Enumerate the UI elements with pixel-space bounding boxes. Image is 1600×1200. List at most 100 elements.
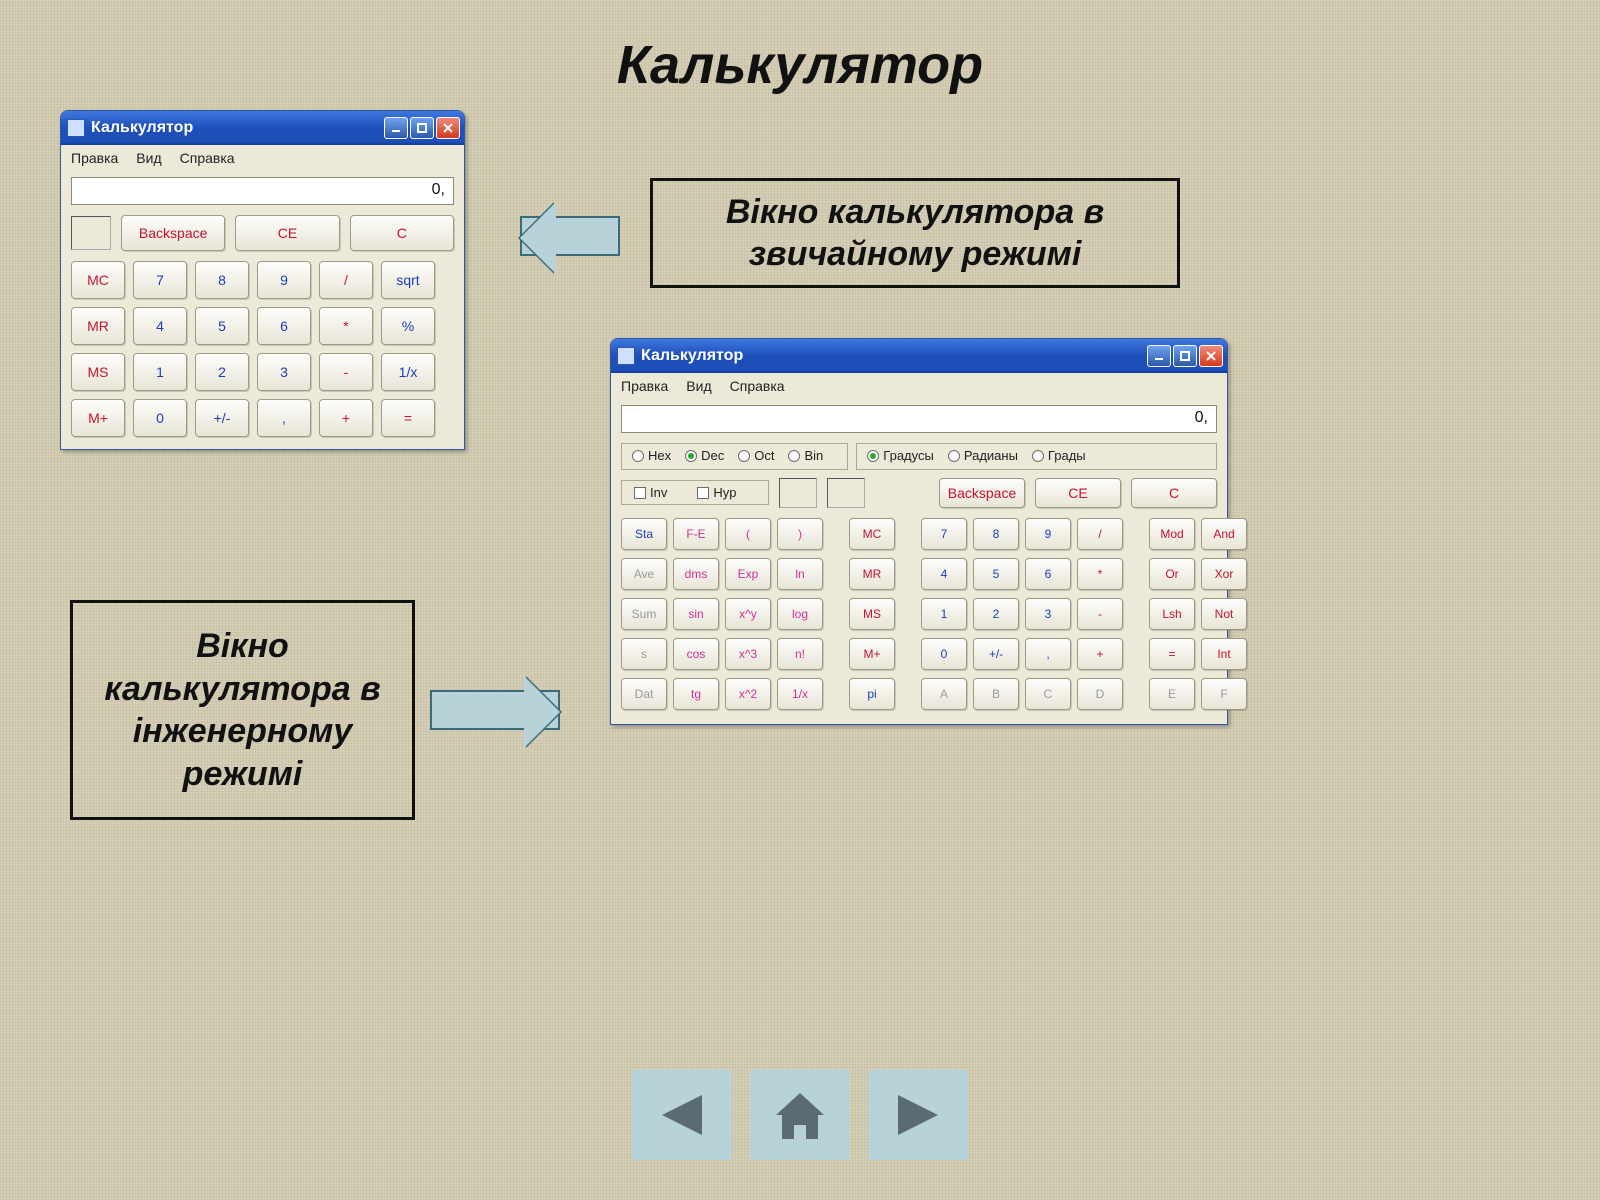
close-button[interactable] <box>1199 345 1223 367</box>
radio-angle[interactable]: Грады <box>1032 448 1086 463</box>
backspace-button[interactable]: Backspace <box>939 478 1025 508</box>
key--[interactable]: - <box>1077 598 1123 630</box>
ce-button[interactable]: CE <box>1035 478 1121 508</box>
nav-home-button[interactable] <box>750 1070 850 1160</box>
radio-hex[interactable]: Hex <box>632 448 671 463</box>
key-f-e[interactable]: F-E <box>673 518 719 550</box>
key-8[interactable]: 8 <box>195 261 249 299</box>
key--[interactable]: * <box>1077 558 1123 590</box>
key-ms[interactable]: MS <box>71 353 125 391</box>
key-n-[interactable]: n! <box>777 638 823 670</box>
key-sqrt[interactable]: sqrt <box>381 261 435 299</box>
radio-bin[interactable]: Bin <box>788 448 823 463</box>
key--[interactable]: ( <box>725 518 771 550</box>
key-sin[interactable]: sin <box>673 598 719 630</box>
key-sum[interactable]: Sum <box>621 598 667 630</box>
maximize-button[interactable] <box>410 117 434 139</box>
key-or[interactable]: Or <box>1149 558 1195 590</box>
menu-item[interactable]: Справка <box>180 150 235 166</box>
key-1/x[interactable]: 1/x <box>381 353 435 391</box>
key--[interactable]: = <box>1149 638 1195 670</box>
key-x-y[interactable]: x^y <box>725 598 771 630</box>
key--[interactable]: ) <box>777 518 823 550</box>
menu-item[interactable]: Вид <box>686 378 711 394</box>
c-button[interactable]: C <box>1131 478 1217 508</box>
key-0[interactable]: 0 <box>921 638 967 670</box>
key-m-[interactable]: M+ <box>849 638 895 670</box>
key-4[interactable]: 4 <box>133 307 187 345</box>
key-c[interactable]: C <box>1025 678 1071 710</box>
key-4[interactable]: 4 <box>921 558 967 590</box>
key-lsh[interactable]: Lsh <box>1149 598 1195 630</box>
key--[interactable]: - <box>319 353 373 391</box>
nav-next-button[interactable] <box>868 1070 968 1160</box>
key-ms[interactable]: MS <box>849 598 895 630</box>
key-+/-[interactable]: +/- <box>195 399 249 437</box>
key-int[interactable]: Int <box>1201 638 1247 670</box>
key-b[interactable]: B <box>973 678 1019 710</box>
key-0[interactable]: 0 <box>133 399 187 437</box>
key-5[interactable]: 5 <box>195 307 249 345</box>
key-x-3[interactable]: x^3 <box>725 638 771 670</box>
menu-item[interactable]: Правка <box>71 150 118 166</box>
key-and[interactable]: And <box>1201 518 1247 550</box>
minimize-button[interactable] <box>384 117 408 139</box>
key-,[interactable]: , <box>257 399 311 437</box>
key-9[interactable]: 9 <box>257 261 311 299</box>
key-xor[interactable]: Xor <box>1201 558 1247 590</box>
key-6[interactable]: 6 <box>257 307 311 345</box>
radio-dec[interactable]: Dec <box>685 448 724 463</box>
standard-titlebar[interactable]: Калькулятор <box>61 111 464 145</box>
key--[interactable]: + <box>1077 638 1123 670</box>
key-dat[interactable]: Dat <box>621 678 667 710</box>
radio-angle[interactable]: Радианы <box>948 448 1018 463</box>
key-ln[interactable]: ln <box>777 558 823 590</box>
key-d[interactable]: D <box>1077 678 1123 710</box>
inv-checkbox[interactable]: Inv <box>634 485 667 500</box>
key-*[interactable]: * <box>319 307 373 345</box>
key-cos[interactable]: cos <box>673 638 719 670</box>
close-button[interactable] <box>436 117 460 139</box>
backspace-button[interactable]: Backspace <box>121 215 225 251</box>
key-1[interactable]: 1 <box>921 598 967 630</box>
key-1[interactable]: 1 <box>133 353 187 391</box>
key-=[interactable]: = <box>381 399 435 437</box>
key-log[interactable]: log <box>777 598 823 630</box>
key-not[interactable]: Not <box>1201 598 1247 630</box>
key-mc[interactable]: MC <box>71 261 125 299</box>
radio-angle[interactable]: Градусы <box>867 448 934 463</box>
key-+[interactable]: + <box>319 399 373 437</box>
key-3[interactable]: 3 <box>1025 598 1071 630</box>
key-mr[interactable]: MR <box>849 558 895 590</box>
menu-item[interactable]: Справка <box>730 378 785 394</box>
key-7[interactable]: 7 <box>921 518 967 550</box>
key-dms[interactable]: dms <box>673 558 719 590</box>
key-/[interactable]: / <box>319 261 373 299</box>
key-sta[interactable]: Sta <box>621 518 667 550</box>
minimize-button[interactable] <box>1147 345 1171 367</box>
key-3[interactable]: 3 <box>257 353 311 391</box>
key-ave[interactable]: Ave <box>621 558 667 590</box>
key-exp[interactable]: Exp <box>725 558 771 590</box>
key-%[interactable]: % <box>381 307 435 345</box>
menu-item[interactable]: Правка <box>621 378 668 394</box>
key-6[interactable]: 6 <box>1025 558 1071 590</box>
key-mod[interactable]: Mod <box>1149 518 1195 550</box>
radio-oct[interactable]: Oct <box>738 448 774 463</box>
ce-button[interactable]: CE <box>235 215 339 251</box>
key-tg[interactable]: tg <box>673 678 719 710</box>
key-e[interactable]: E <box>1149 678 1195 710</box>
key-1-x[interactable]: 1/x <box>777 678 823 710</box>
nav-prev-button[interactable] <box>632 1070 732 1160</box>
key-2[interactable]: 2 <box>195 353 249 391</box>
key--[interactable]: / <box>1077 518 1123 550</box>
scientific-titlebar[interactable]: Калькулятор <box>611 339 1227 373</box>
key-a[interactable]: A <box>921 678 967 710</box>
key-mc[interactable]: MC <box>849 518 895 550</box>
key--[interactable]: +/- <box>973 638 1019 670</box>
menu-item[interactable]: Вид <box>136 150 161 166</box>
key-9[interactable]: 9 <box>1025 518 1071 550</box>
hyp-checkbox[interactable]: Hyp <box>697 485 736 500</box>
key-8[interactable]: 8 <box>973 518 1019 550</box>
key-s[interactable]: s <box>621 638 667 670</box>
